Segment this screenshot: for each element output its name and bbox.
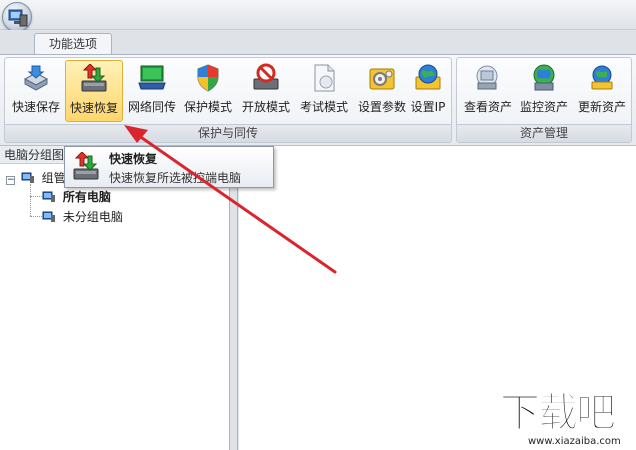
tree-item-all-computers[interactable]: 所有电脑 bbox=[42, 189, 111, 205]
open-mode-label: 开放模式 bbox=[241, 100, 290, 114]
watermark-logo: 下载吧 bbox=[500, 390, 617, 436]
view-assets-button[interactable]: 查看资产 bbox=[459, 60, 517, 122]
tooltip-description: 快速恢复所选被控端电脑 bbox=[109, 171, 242, 185]
quick-restore-icon bbox=[73, 152, 99, 180]
monitor-assets-icon bbox=[533, 64, 555, 91]
tree-connector bbox=[30, 184, 31, 216]
ribbon-group-asset-management: 查看资产 监控资产 更新资产 资产管理 bbox=[456, 57, 632, 143]
computer-group-panel: 电脑分组图 − 组管 所有电脑 未分组电脑 bbox=[0, 146, 230, 450]
set-ip-button[interactable]: 设置IP bbox=[405, 60, 451, 122]
title-bar bbox=[0, 0, 636, 30]
watermark-url: www.xiazaiba.com bbox=[528, 436, 621, 447]
monitor-assets-label: 监控资产 bbox=[519, 100, 568, 114]
tree-item-label: 所有电脑 bbox=[62, 190, 111, 204]
globe-icon bbox=[415, 64, 441, 90]
open-mode-icon bbox=[253, 63, 279, 90]
network-sync-button[interactable]: 网络同传 bbox=[123, 60, 181, 122]
tree-connector bbox=[30, 196, 42, 197]
group-label-asset-management: 资产管理 bbox=[457, 124, 631, 142]
tooltip: 快速恢复 快速恢复所选被控端电脑 bbox=[64, 146, 274, 188]
open-mode-button[interactable]: 开放模式 bbox=[237, 60, 295, 122]
exam-mode-button[interactable]: 考试模式 bbox=[295, 60, 353, 122]
quick-save-icon bbox=[23, 65, 49, 91]
update-assets-button[interactable]: 更新资产 bbox=[573, 60, 631, 122]
tree-item-label: 未分组电脑 bbox=[62, 210, 123, 224]
protect-mode-button[interactable]: 保护模式 bbox=[179, 60, 237, 122]
quick-restore-label: 快速恢复 bbox=[69, 101, 118, 115]
quick-restore-button[interactable]: 快速恢复 bbox=[65, 60, 123, 122]
document-icon bbox=[314, 64, 335, 92]
tree-connector bbox=[30, 216, 42, 217]
ribbon: 快速保存 快速恢复 网络同传 保护模式 开放模式 考试模式 设置参数 设置IP … bbox=[0, 54, 636, 146]
tab-function-options[interactable]: 功能选项 bbox=[34, 33, 112, 54]
tree-item-root-group[interactable]: − 组管 bbox=[6, 170, 66, 186]
exam-mode-label: 考试模式 bbox=[299, 100, 348, 114]
update-assets-icon bbox=[591, 65, 613, 90]
network-sync-icon bbox=[138, 65, 166, 90]
computer-icon bbox=[42, 191, 55, 202]
tree-item-label: 组管 bbox=[41, 171, 66, 185]
quick-save-label: 快速保存 bbox=[11, 100, 60, 114]
computer-icon bbox=[8, 9, 28, 27]
ribbon-tab-strip: 功能选项 bbox=[0, 30, 636, 54]
set-ip-label: 设置IP bbox=[410, 100, 446, 114]
watermark: 下载吧 www.xiazaiba.com bbox=[498, 392, 634, 448]
ribbon-group-protect-sync: 快速保存 快速恢复 网络同传 保护模式 开放模式 考试模式 设置参数 设置IP … bbox=[4, 57, 452, 143]
computer-group-icon bbox=[21, 172, 34, 183]
quick-restore-icon bbox=[81, 64, 107, 92]
computer-icon bbox=[42, 211, 55, 222]
application-menu-button[interactable] bbox=[2, 2, 32, 32]
tooltip-title: 快速恢复 bbox=[109, 152, 158, 166]
monitor-assets-button[interactable]: 监控资产 bbox=[515, 60, 573, 122]
shield-icon bbox=[197, 64, 219, 92]
group-label-protect-sync: 保护与同传 bbox=[5, 124, 451, 142]
tree-item-ungrouped-computers[interactable]: 未分组电脑 bbox=[42, 209, 123, 225]
panel-splitter[interactable] bbox=[230, 146, 238, 450]
view-assets-icon bbox=[476, 65, 498, 90]
update-assets-label: 更新资产 bbox=[577, 100, 626, 114]
protect-mode-label: 保护模式 bbox=[183, 100, 232, 114]
collapse-icon[interactable]: − bbox=[6, 176, 15, 185]
gear-icon bbox=[369, 68, 395, 90]
quick-save-button[interactable]: 快速保存 bbox=[7, 60, 65, 122]
